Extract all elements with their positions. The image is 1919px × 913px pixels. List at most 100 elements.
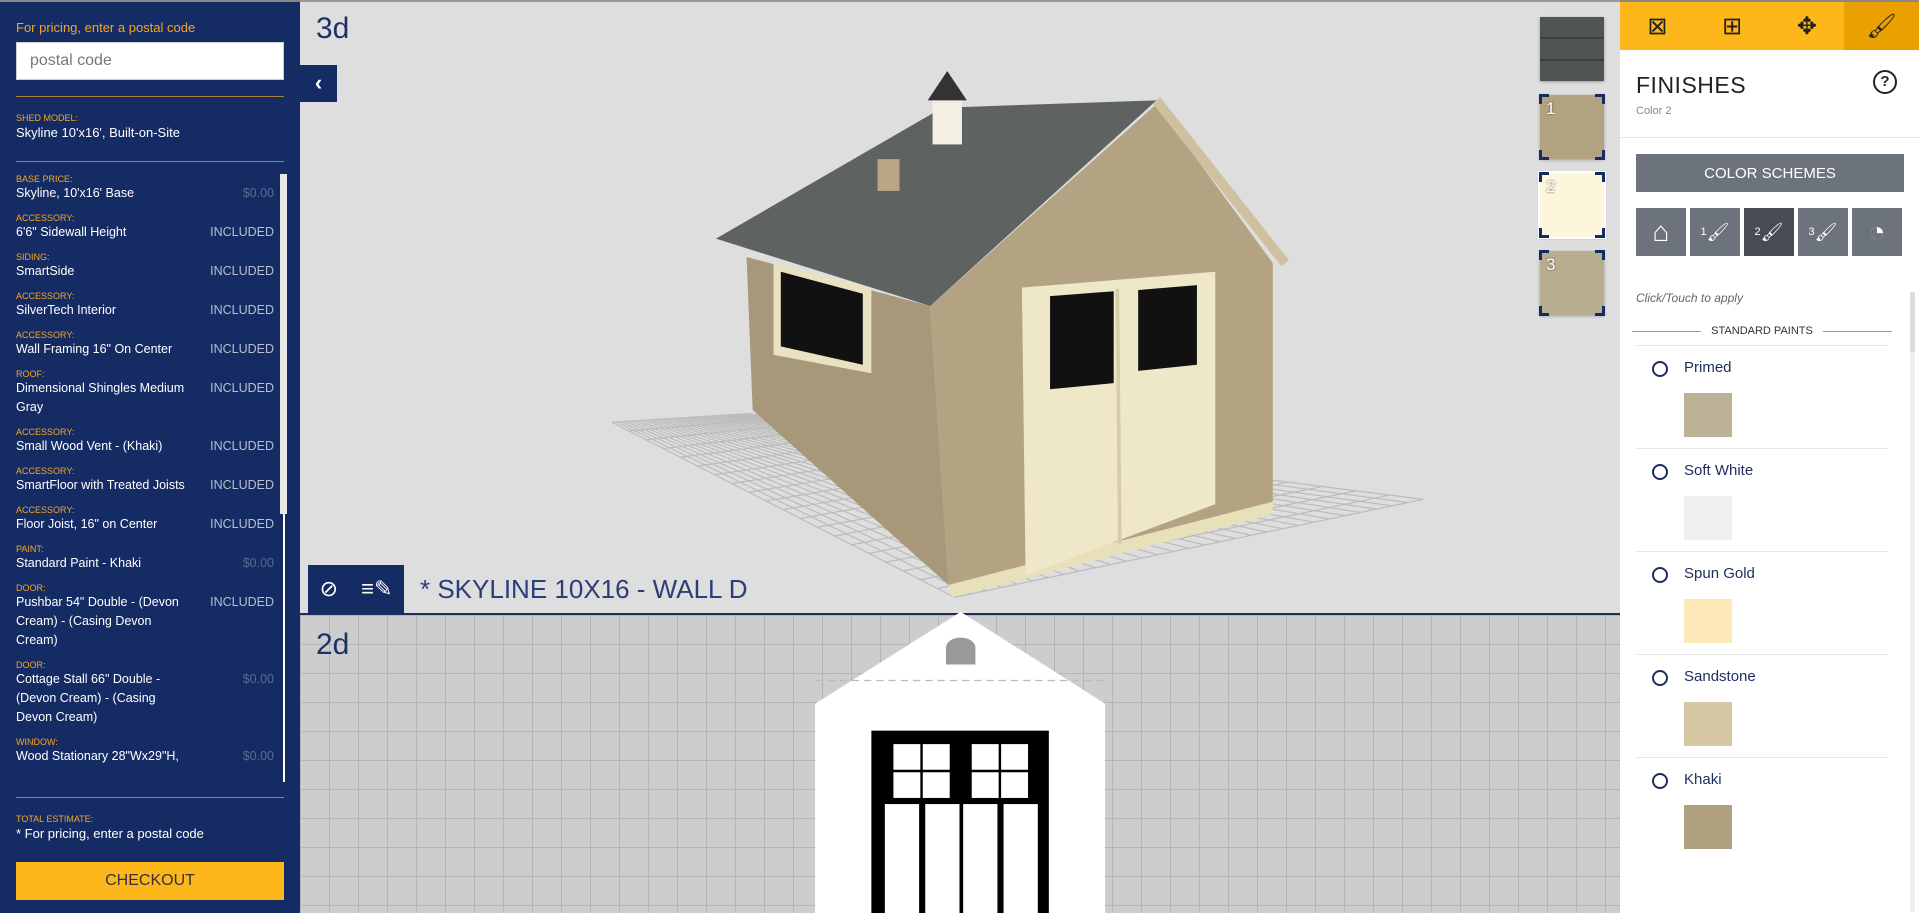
radio-button[interactable] (1652, 567, 1668, 583)
line-item: WINDOW: Wood Stationary 28"Wx29"H, $0.00 (16, 737, 274, 766)
tab-doors-windows[interactable]: ⊠ (1620, 2, 1695, 50)
scrollbar-thumb[interactable] (280, 174, 287, 514)
tab-window[interactable]: ⊞ (1695, 2, 1770, 50)
item-category: BASE PRICE: (16, 174, 73, 184)
paint-option[interactable]: Primed (1636, 345, 1888, 448)
shed-model: SHED MODEL: Skyline 10'x16', Built-on-Si… (16, 113, 180, 142)
paint-list[interactable]: Primed Soft White Spun Gold Sandstone Khaki (1636, 345, 1888, 860)
tab-paintbrush[interactable]: 🖌 (1844, 2, 1919, 50)
item-name: 6'6" Sidewall Height (16, 225, 127, 239)
item-category: WINDOW: (16, 737, 58, 747)
item-price: INCLUDED (210, 225, 274, 239)
swatch-fan-button[interactable]: ◔ (1852, 208, 1902, 256)
item-name: Wood Stationary 28"Wx29"H, (16, 749, 179, 763)
paint-swatch[interactable] (1684, 805, 1732, 849)
edit-notes-icon[interactable]: ≡✎ (361, 576, 392, 602)
item-name: SmartSide (16, 264, 75, 278)
paintbrush-icon: 🖌 (1866, 12, 1897, 40)
color-schemes-button[interactable]: COLOR SCHEMES (1636, 154, 1904, 192)
line-item: ACCESSORY: Wall Framing 16" On Center IN… (16, 330, 274, 359)
radio-button[interactable] (1652, 361, 1668, 377)
line-item: ACCESSORY: Small Wood Vent - (Khaki) INC… (16, 427, 274, 456)
panel-subtitle: Color 2 (1636, 105, 1672, 117)
shed-model-label: SHED MODEL: (16, 113, 79, 123)
item-name: Wall Framing 16" On Center (16, 342, 173, 356)
item-price: $0.00 (242, 186, 274, 200)
item-price: $0.00 (242, 672, 274, 686)
scrollbar[interactable] (280, 174, 287, 782)
2d-vent (946, 637, 976, 665)
item-category: ACCESSORY: (16, 291, 75, 301)
divider (16, 161, 284, 162)
item-name: Standard Paint - Khaki (16, 556, 142, 570)
pricing-label: For pricing, enter a postal code (16, 20, 196, 35)
total-estimate: TOTAL ESTIMATE: * For pricing, enter a p… (16, 814, 204, 843)
item-category: PAINT: (16, 544, 44, 554)
wall-title: * SKYLINE 10X16 - WALL D (420, 574, 748, 604)
divider (16, 96, 284, 97)
paint-swatch[interactable] (1684, 393, 1732, 437)
color-2-button[interactable]: 2 🖌 (1744, 208, 1794, 256)
item-price: INCLUDED (210, 264, 274, 278)
radio-button[interactable] (1652, 773, 1668, 789)
item-category: ACCESSORY: (16, 330, 75, 340)
shed-model-value: Skyline 10'x16', Built-on-Site (16, 125, 180, 140)
paint-option[interactable]: Soft White (1636, 448, 1888, 551)
paint-swatch[interactable] (1684, 702, 1732, 746)
scrollbar[interactable] (1910, 292, 1915, 912)
radio-button[interactable] (1652, 464, 1668, 480)
roof-swatch[interactable] (1540, 17, 1604, 81)
help-icon[interactable]: ? (1873, 70, 1897, 94)
tab-weathervane[interactable]: ✥ (1770, 2, 1845, 50)
scrollbar-thumb[interactable] (1910, 292, 1915, 352)
paint-name: Spun Gold (1684, 565, 1755, 582)
color-3-button[interactable]: 3 🖌 (1798, 208, 1848, 256)
swatch-fan-icon: ◔ (1868, 216, 1886, 247)
doors-windows-icon: ⊠ (1647, 12, 1668, 40)
item-price: INCLUDED (210, 439, 274, 453)
paint-swatch[interactable] (1684, 599, 1732, 643)
line-item: ACCESSORY: SilverTech Interior INCLUDED (16, 291, 274, 320)
item-price: INCLUDED (210, 303, 274, 317)
paint-name: Primed (1684, 359, 1732, 376)
paint-option[interactable]: Khaki (1636, 757, 1888, 860)
paint-option[interactable]: Spun Gold (1636, 551, 1888, 654)
weathervane-icon: ✥ (1796, 12, 1817, 40)
color-1-button[interactable]: 1 🖌 (1690, 208, 1740, 256)
item-category: DOOR: (16, 583, 46, 593)
color-slot-3[interactable]: 3 (1539, 250, 1605, 316)
summary-panel: For pricing, enter a postal code SHED MO… (0, 0, 300, 913)
disable-icon[interactable]: ⊘ (320, 576, 338, 602)
item-name: SilverTech Interior (16, 303, 117, 317)
item-price: $0.00 (242, 749, 274, 763)
house-button[interactable]: ⌂ (1636, 208, 1686, 256)
paint-name: Khaki (1684, 771, 1722, 788)
color-slots: 1 2 3 (1538, 17, 1606, 329)
paint-option[interactable]: Sandstone (1636, 654, 1888, 757)
paintbrush-icon: 🖌 (1760, 221, 1784, 242)
radio-button[interactable] (1652, 670, 1668, 686)
divider (16, 797, 284, 798)
postal-code-input[interactable] (16, 42, 284, 80)
3d-label: 3d (316, 12, 350, 45)
section-label: STANDARD PAINTS (1711, 325, 1813, 337)
checkout-button[interactable]: CHECKOUT (16, 862, 284, 900)
line-items[interactable]: BASE PRICE: Skyline, 10'x16' Base $0.00 A… (16, 174, 274, 782)
line-item: DOOR: Cottage Stall 66" Double - (Devon … (16, 660, 274, 727)
color-target-buttons: ⌂ 1 🖌 2 🖌 3 🖌 ◔ (1636, 208, 1902, 256)
item-category: ACCESSORY: (16, 466, 75, 476)
color-slot-1[interactable]: 1 (1539, 94, 1605, 160)
color-slot-2[interactable]: 2 (1538, 171, 1606, 239)
item-name: Pushbar 54" Double - (Devon Cream) - (Ca… (16, 595, 179, 647)
section-header: STANDARD PAINTS (1632, 325, 1893, 337)
paintbrush-icon: 🖌 (1706, 221, 1730, 242)
item-category: ROOF: (16, 369, 45, 379)
line-item: ACCESSORY: 6'6" Sidewall Height INCLUDED (16, 213, 274, 242)
line-item: PAINT: Standard Paint - Khaki $0.00 (16, 544, 274, 573)
finishes-panel: ⊠ ⊞ ✥ 🖌 FINISHES Color 2 ? COLOR SCHEMES ⌂ 1… (1620, 0, 1919, 913)
item-name: Floor Joist, 16" on Center (16, 517, 158, 531)
item-category: ACCESSORY: (16, 213, 75, 223)
paint-swatch[interactable] (1684, 496, 1732, 540)
collapse-panel-button[interactable]: ‹ (300, 65, 337, 102)
item-category: ACCESSORY: (16, 505, 75, 515)
